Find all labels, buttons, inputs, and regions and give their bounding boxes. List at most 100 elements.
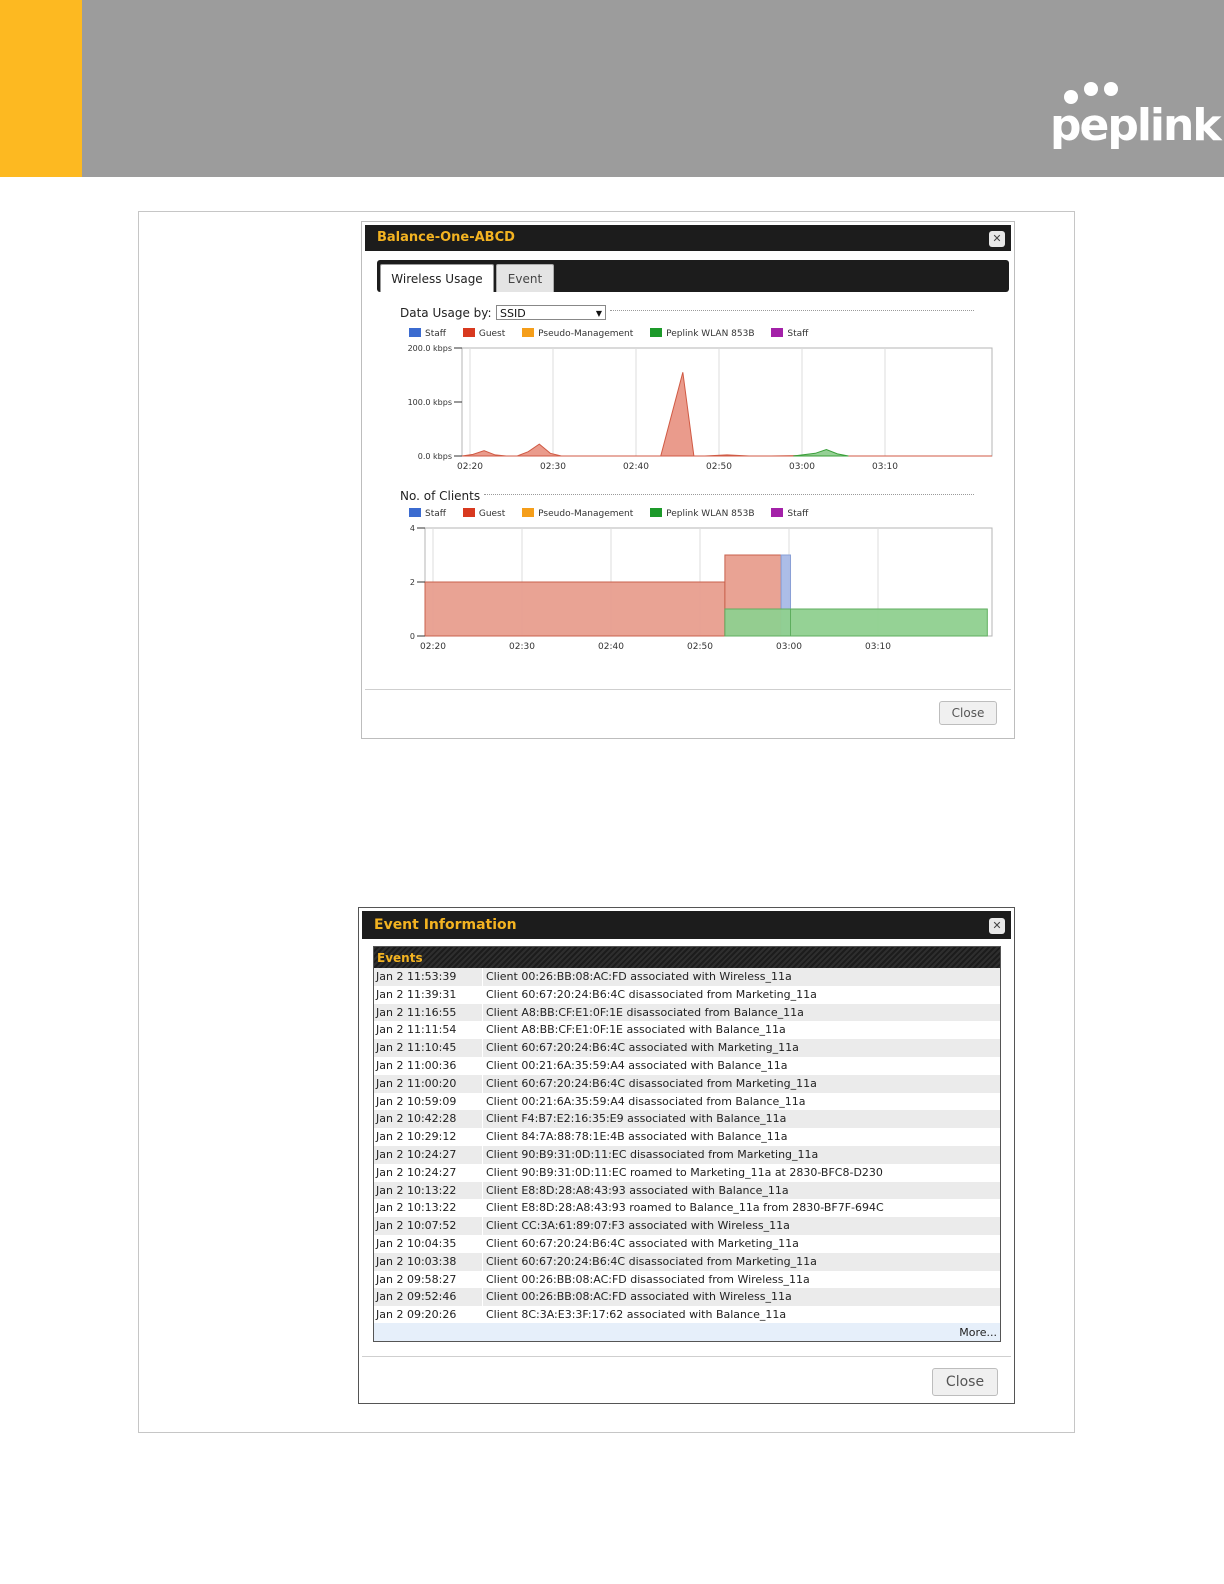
event-message: Client 84:7A:88:78:1E:4B associated with… (486, 1130, 788, 1144)
event-message: Client 00:21:6A:35:59:A4 associated with… (486, 1058, 788, 1072)
clients-legend: Staff Guest Pseudo-Management Peplink WL… (409, 508, 822, 520)
column-divider (482, 1181, 483, 1200)
table-row: Jan 2 11:53:39 Client 00:26:BB:08:AC:FD a… (374, 968, 1000, 986)
close-button[interactable]: Close (932, 1368, 998, 1396)
events-header: Events (374, 947, 1000, 968)
table-row: Jan 2 11:00:36 Client 00:21:6A:35:59:A4 a… (374, 1056, 1000, 1075)
legend-item: Peplink WLAN 853B (650, 508, 755, 519)
table-row: Jan 2 11:11:54 Client A8:BB:CF:E1:0F:1E a… (374, 1021, 1000, 1040)
legend-item: Guest (462, 328, 505, 339)
event-message: Client 00:26:BB:08:AC:FD disassociated f… (486, 1272, 810, 1286)
x-tick-label: 02:40 (598, 642, 624, 652)
logo-text: peplink (1050, 100, 1222, 151)
ssid-select[interactable]: SSID ▼ (496, 305, 606, 320)
legend-label: Staff (425, 509, 446, 519)
legend-label: Staff (787, 329, 809, 339)
column-divider (482, 1288, 483, 1307)
series-step-guest (424, 581, 726, 637)
event-message: Client 90:B9:31:0D:11:EC roamed to Marke… (486, 1165, 883, 1179)
column-divider (482, 1306, 483, 1324)
tab-event[interactable]: Event (496, 264, 554, 292)
x-tick-label: 02:50 (687, 642, 713, 652)
logo-dot (1104, 82, 1118, 96)
table-row: Jan 2 10:59:09 Client 00:21:6A:35:59:A4 d… (374, 1092, 1000, 1111)
data-usage-label: Data Usage by: (400, 306, 492, 320)
event-time: Jan 2 11:00:20 (376, 1076, 457, 1090)
close-icon[interactable]: ✕ (989, 231, 1005, 247)
column-divider (482, 968, 483, 986)
column-divider (482, 1074, 483, 1093)
legend-item: Pseudo-Management (522, 328, 633, 339)
event-time: Jan 2 10:24:27 (376, 1147, 457, 1161)
close-icon[interactable]: ✕ (989, 918, 1005, 934)
legend-swatch (771, 328, 784, 337)
column-divider (482, 1128, 483, 1146)
header-accent-bar (0, 0, 82, 177)
close-button[interactable]: Close (939, 701, 997, 725)
event-time: Jan 2 10:03:38 (376, 1254, 457, 1268)
legend-label: Pseudo-Management (538, 509, 634, 519)
dialog-title: Event Information (374, 917, 517, 933)
table-row: Jan 2 11:39:31 Client 60:67:20:24:B6:4C d… (374, 985, 1000, 1004)
table-row: Jan 2 10:24:27 Client 90:B9:31:0D:11:EC r… (374, 1163, 1000, 1182)
event-message: Client 00:26:BB:08:AC:FD associated with… (486, 1290, 792, 1304)
logo-dot (1084, 82, 1098, 96)
table-row: Jan 2 10:13:22 Client E8:8D:28:A8:43:93 r… (374, 1199, 1000, 1218)
event-time: Jan 2 10:29:12 (376, 1130, 457, 1144)
column-divider (482, 1003, 483, 1022)
column-divider (482, 1163, 483, 1182)
column-divider (482, 1092, 483, 1111)
legend-label: Staff (425, 329, 446, 339)
legend-label: Peplink WLAN 853B (666, 329, 755, 339)
data-usage-legend: Staff Guest Pseudo-Management Peplink WL… (409, 328, 822, 340)
y-tick-label: 2 (410, 578, 415, 587)
legend-label: Pseudo-Management (538, 329, 634, 339)
tab-wireless-usage[interactable]: Wireless Usage (380, 264, 494, 292)
table-row: Jan 2 11:00:20 Client 60:67:20:24:B6:4C d… (374, 1074, 1000, 1093)
event-time: Jan 2 09:52:46 (376, 1290, 457, 1304)
clients-label: No. of Clients (400, 489, 481, 503)
x-tick-label: 03:10 (865, 642, 891, 652)
event-message: Client 00:26:BB:08:AC:FD associated with… (486, 970, 792, 983)
event-message: Client E8:8D:28:A8:43:93 roamed to Balan… (486, 1201, 884, 1215)
table-row: Jan 2 10:24:27 Client 90:B9:31:0D:11:EC d… (374, 1145, 1000, 1164)
plot-area (461, 347, 993, 457)
event-time: Jan 2 11:16:55 (376, 1005, 457, 1019)
column-divider (482, 1039, 483, 1057)
column-divider (482, 1145, 483, 1164)
events-footer (374, 1323, 1000, 1341)
y-tick-label: 100.0 kbps (408, 398, 452, 407)
section-divider (610, 310, 974, 311)
event-message: Client 00:21:6A:35:59:A4 disassociated f… (486, 1094, 806, 1108)
column-divider (482, 1199, 483, 1218)
x-tick-label: 03:00 (789, 462, 815, 472)
table-row: Jan 2 09:58:27 Client 00:26:BB:08:AC:FD d… (374, 1270, 1000, 1289)
dialog-separator (365, 689, 1011, 690)
column-divider (482, 1234, 483, 1253)
legend-item: Peplink WLAN 853B (650, 328, 755, 339)
legend-swatch (462, 328, 475, 337)
chevron-down-icon: ▼ (595, 309, 602, 318)
y-tick-label: 200.0 kbps (408, 344, 452, 353)
x-tick-label: 02:40 (623, 462, 649, 472)
legend-item: Guest (462, 508, 506, 519)
more-link[interactable]: More... (959, 1326, 997, 1339)
events-list: Jan 2 11:53:39 Client 00:26:BB:08:AC:FD a… (374, 968, 1000, 1324)
legend-label: Guest (478, 509, 506, 519)
series-step-peplink-wlan-853b (724, 608, 792, 637)
x-tick-label: 02:30 (540, 462, 566, 472)
event-time: Jan 2 10:59:09 (376, 1094, 457, 1108)
event-message: Client A8:BB:CF:E1:0F:1E associated with… (486, 1023, 786, 1037)
event-dialog: Event Information ✕ Events Jan 2 11:53:3… (358, 907, 1015, 1404)
table-row: Jan 2 11:16:55 Client A8:BB:CF:E1:0F:1E d… (374, 1003, 1000, 1022)
event-message: Client A8:BB:CF:E1:0F:1E disassociated f… (486, 1005, 804, 1019)
event-message: Client 8C:3A:E3:3F:17:62 associated with… (486, 1308, 787, 1322)
table-row: Jan 2 10:07:52 Client CC:3A:61:89:07:F3 a… (374, 1217, 1000, 1235)
legend-item: Staff (409, 508, 446, 519)
dialog-title-bar: Balance-One-ABCD ✕ (365, 225, 1011, 251)
event-message: Client 90:B9:31:0D:11:EC disassociated f… (486, 1147, 819, 1161)
column-divider (482, 1021, 483, 1040)
event-time: Jan 2 10:13:22 (376, 1201, 457, 1215)
event-message: Client 60:67:20:24:B6:4C disassociated f… (486, 1076, 817, 1090)
legend-item: Staff (409, 328, 446, 339)
